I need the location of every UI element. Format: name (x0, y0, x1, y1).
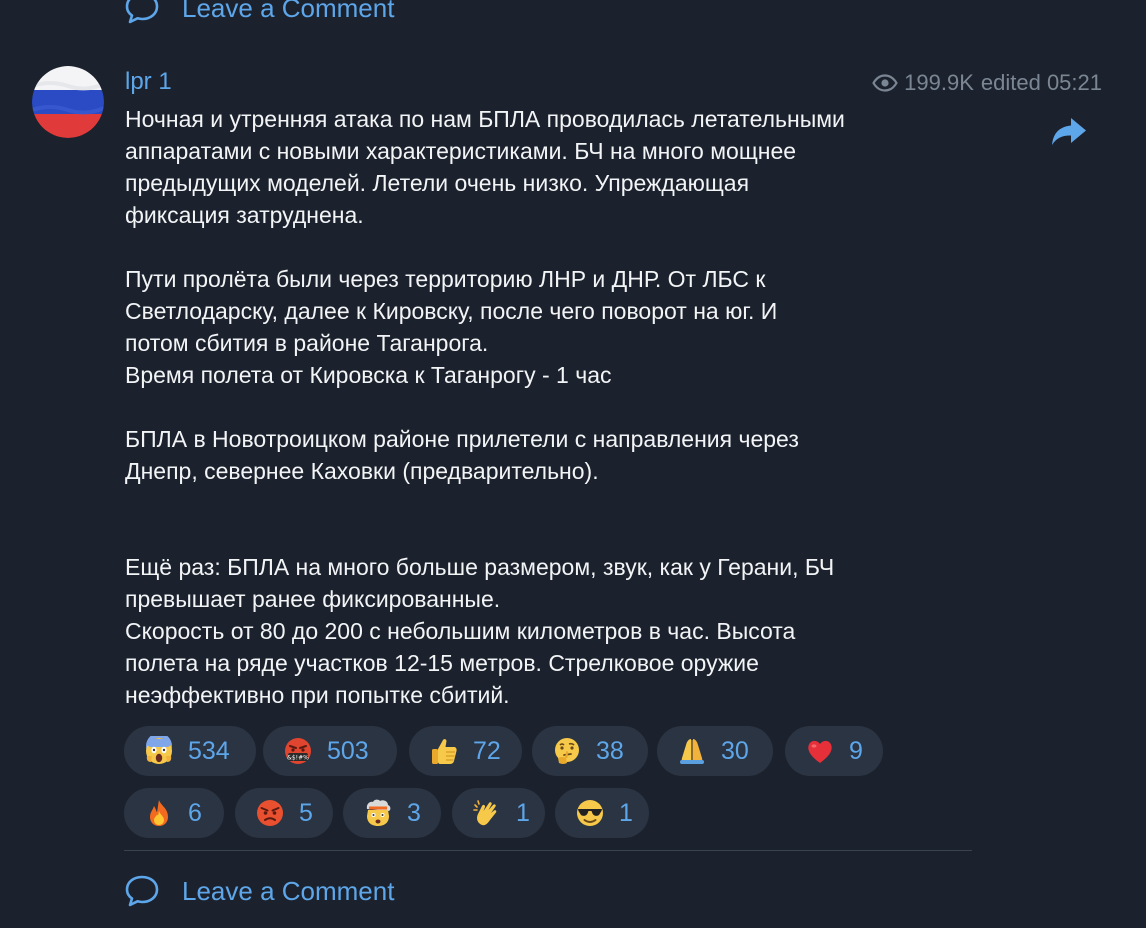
post-text-line: неэффективно при попытке сбитий. (125, 682, 510, 708)
russian-flag-avatar[interactable] (32, 66, 104, 138)
post-text-line: БПЛА в Новотроицком районе прилетели с н… (125, 426, 799, 452)
post-text-line: предыдущих моделей. Летели очень низко. … (125, 170, 750, 196)
reaction-clapping-hands[interactable]: 1 (452, 788, 545, 838)
reaction-angry-face[interactable]: 5 (235, 788, 333, 838)
divider (124, 850, 972, 851)
reaction-count: 72 (473, 736, 501, 765)
reaction-thinking-face[interactable]: 38 (532, 726, 648, 776)
angry-face-emoji (257, 800, 283, 826)
thinking-face-emoji (555, 738, 579, 764)
red-heart-emoji (808, 740, 832, 763)
leave-comment-link[interactable]: Leave a Comment (124, 873, 394, 909)
post-text-line: фиксация затруднена. (125, 202, 364, 228)
thumbs-up-emoji (432, 739, 457, 764)
post-text-line: потом сбития в районе Таганрога. (125, 330, 489, 356)
reaction-count: 1 (619, 798, 633, 827)
post-author[interactable]: lpr 1 (125, 68, 172, 96)
edited-time: edited 05:21 (980, 70, 1102, 95)
leave-comment-link-top[interactable]: Leave a Comment (124, 0, 394, 26)
svg-text:&$!#%: &$!#% (287, 755, 309, 762)
reaction-thumbs-up[interactable]: 72 (409, 726, 522, 776)
post-text-line: Время полета от Кировска к Таганрогу - 1… (125, 362, 612, 388)
comment-bubble-icon (125, 875, 159, 907)
reaction-count: 503 (327, 736, 369, 765)
leave-comment-label: Leave a Comment (182, 875, 395, 906)
clapping-hands-emoji (473, 800, 497, 826)
comment-bubble-icon (125, 0, 159, 24)
folded-hands-emoji (680, 739, 704, 764)
reaction-count: 534 (188, 736, 230, 765)
post-meta: 199.9K edited 05:21 (872, 70, 1102, 96)
reaction-screaming-face[interactable]: 534 (124, 726, 256, 776)
cursing-face-emoji: &$!#% (285, 738, 311, 764)
post-text-line: превышает ранее фиксированные. (125, 586, 501, 612)
reaction-count: 30 (721, 736, 749, 765)
reaction-count: 6 (188, 798, 202, 827)
post-text-line: Ещё раз: БПЛА на много больше размером, … (125, 554, 835, 580)
reaction-folded-hands[interactable]: 30 (657, 726, 773, 776)
reaction-count: 38 (596, 736, 624, 765)
post-text-line: Днепр, севернее Каховки (предварительно)… (125, 458, 599, 484)
post-text-line: аппаратами с новыми характеристиками. БЧ… (125, 138, 797, 164)
reaction-exploding-head[interactable]: 3 (343, 788, 441, 838)
post-text-line: Светлодарску, далее к Кировску, после че… (125, 298, 778, 324)
eye-icon (872, 74, 898, 92)
leave-comment-label: Leave a Comment (182, 0, 395, 23)
reaction-red-heart[interactable]: 9 (785, 726, 883, 776)
reaction-count: 9 (849, 736, 863, 765)
post-text: Ночная и утренняя атака по нам БПЛА пров… (125, 103, 1005, 711)
reaction-count: 1 (516, 798, 530, 827)
fire-emoji (150, 800, 168, 826)
screaming-face-emoji (146, 736, 172, 764)
reaction-count: 3 (407, 798, 421, 827)
reaction-sunglasses-face[interactable]: 1 (555, 788, 649, 838)
reaction-fire[interactable]: 6 (124, 788, 224, 838)
post-text-line: Ночная и утренняя атака по нам БПЛА пров… (125, 106, 845, 132)
share-arrow-icon[interactable] (1050, 115, 1088, 147)
exploding-head-emoji (366, 799, 391, 826)
sunglasses-face-emoji (577, 800, 603, 826)
reaction-count: 5 (299, 798, 313, 827)
view-count: 199.9K (904, 70, 974, 95)
post-text-line: полета на ряде участков 12-15 метров. Ст… (125, 650, 759, 676)
post-text-line: Скорость от 80 до 200 с небольшим киломе… (125, 618, 796, 644)
reaction-cursing-face[interactable]: &$!#% 503 (263, 726, 397, 776)
post-text-line: Пути пролёта были через территорию ЛНР и… (125, 266, 766, 292)
